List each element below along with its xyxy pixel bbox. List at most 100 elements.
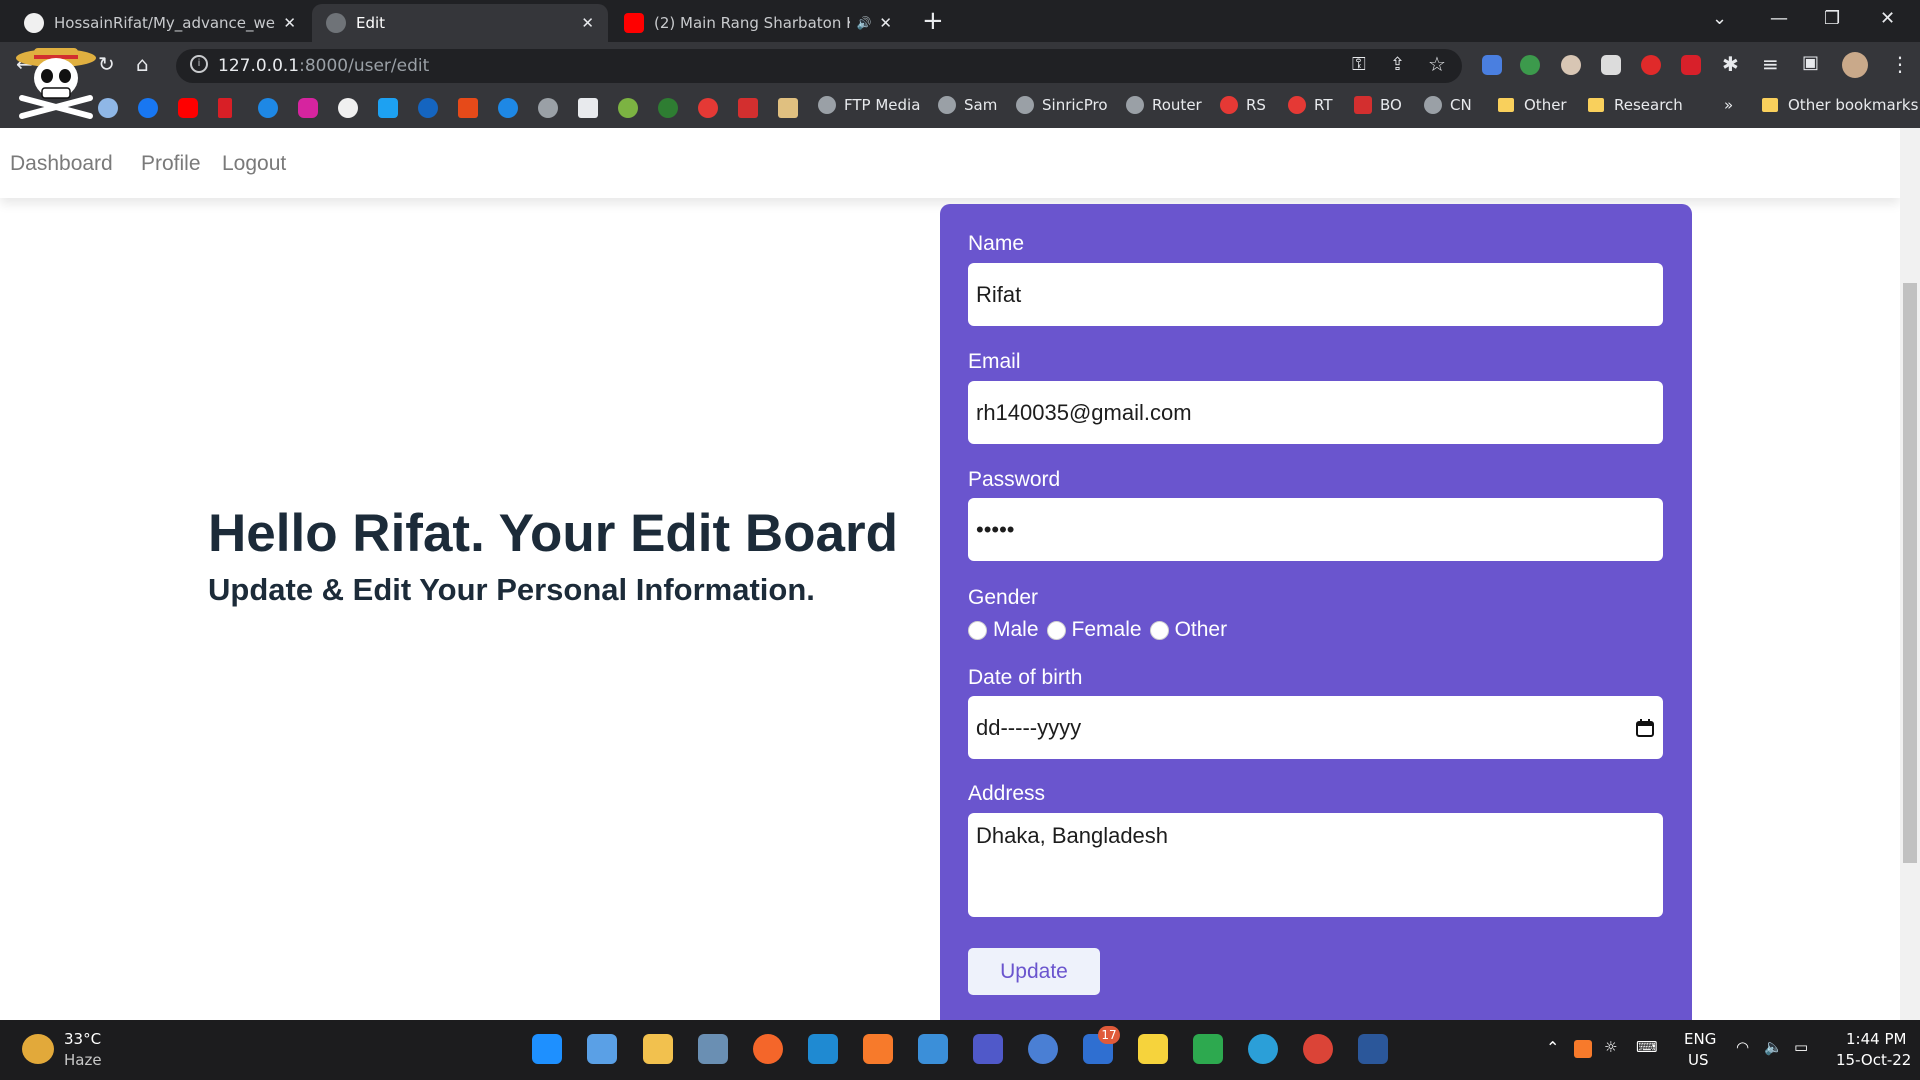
file-explorer-icon[interactable] [643,1034,673,1064]
facebook-icon[interactable] [138,98,158,118]
new-tab-button[interactable]: + [922,6,944,36]
region-indicator[interactable]: US [1688,1051,1709,1069]
dob-field[interactable]: dd-----yyyy [968,696,1663,759]
app-icon[interactable] [698,1034,728,1064]
minimize-button[interactable]: — [1770,8,1788,29]
bookmark-star-icon[interactable]: ☆ [1428,52,1446,76]
weather-icon[interactable] [22,1034,54,1064]
brightness-icon[interactable]: ☼ [1604,1038,1617,1056]
notepad-icon[interactable] [918,1034,948,1064]
puzzle-icon[interactable]: ✱ [1722,52,1739,76]
bookmark-icon[interactable] [498,98,518,118]
gender-radio-other[interactable] [1149,620,1169,640]
bookmark-icon[interactable] [778,98,798,118]
close-icon[interactable]: ✕ [879,14,892,32]
start-icon[interactable] [532,1034,562,1064]
translate-extension-icon[interactable] [1482,55,1502,75]
extension-icon[interactable] [1561,55,1581,75]
netflix-icon[interactable] [218,98,232,118]
kebab-menu-icon[interactable]: ⋮ [1890,52,1910,76]
teams-icon[interactable] [973,1034,1003,1064]
close-icon[interactable]: ✕ [283,14,296,32]
share-icon[interactable]: ⇪ [1390,54,1405,75]
bookmark-rs[interactable]: RS [1220,96,1266,114]
vscode-icon[interactable] [808,1034,838,1064]
wifi-icon[interactable]: ◠ [1736,1038,1749,1056]
github-icon[interactable] [338,98,358,118]
tray-app-icon[interactable] [1574,1040,1592,1058]
page-scrollbar[interactable] [1900,128,1920,1020]
close-icon[interactable]: ✕ [581,14,594,32]
bookmark-cn[interactable]: CN [1424,96,1472,114]
youtube-icon[interactable] [178,98,198,118]
instagram-icon[interactable] [298,98,318,118]
battery-icon[interactable]: ▭ [1794,1038,1808,1056]
postman-icon[interactable] [753,1034,783,1064]
bookmark-router[interactable]: Router [1126,96,1202,114]
weather-temp[interactable]: 33°C [64,1030,101,1048]
extension-icon[interactable] [1520,55,1540,75]
clock-time[interactable]: 1:44 PM [1846,1030,1906,1048]
word-icon[interactable] [1358,1034,1388,1064]
clock-date[interactable]: 15-Oct-22 [1836,1051,1911,1069]
key-icon[interactable]: ⚿ [1352,54,1366,75]
window-close-button[interactable]: ✕ [1880,8,1895,29]
tab-search-icon[interactable]: ⌄ [1712,8,1727,29]
bookmark-bo[interactable]: BO [1354,96,1402,114]
calendar-icon[interactable] [1635,718,1655,738]
url-text[interactable]: 127.0.0.1:8000/user/edit [218,56,429,76]
bookmark-icon[interactable] [418,98,438,118]
other-bookmarks-folder[interactable]: Other bookmarks [1762,96,1918,114]
bookmark-folder-other[interactable]: Other [1498,96,1567,114]
bookmark-ftp-media[interactable]: FTP Media [818,96,920,114]
email-field[interactable]: rh140035@gmail.com [968,381,1663,444]
gender-radio-male[interactable] [968,620,987,640]
play-icon[interactable] [258,98,278,118]
nav-link-logout[interactable]: Logout [222,152,286,176]
home-icon[interactable]: ⌂ [136,52,149,76]
nav-link-dashboard[interactable]: Dashboard [10,152,113,176]
extension-icon[interactable] [1601,55,1621,75]
tab-edit[interactable]: Edit ✕ [312,4,608,42]
update-button[interactable]: Update [968,948,1100,995]
tab-youtube[interactable]: (2) Main Rang Sharbaton Ka 🔊 ✕ [610,4,906,42]
edge-icon[interactable] [1248,1034,1278,1064]
media-player-icon[interactable] [1138,1034,1168,1064]
xampp-icon[interactable] [863,1034,893,1064]
name-field[interactable]: Rifat [968,263,1663,326]
address-field[interactable]: Dhaka, Bangladesh [968,813,1663,917]
tab-github[interactable]: HossainRifat/My_advance_web_V ✕ [10,4,310,42]
keyboard-icon[interactable]: ⌨ [1636,1038,1658,1056]
bookmark-icon[interactable] [738,98,758,118]
extension-icon[interactable] [1641,55,1661,75]
bookmark-icon[interactable] [378,98,398,118]
media-control-icon[interactable]: ≡ [1762,52,1779,76]
side-panel-icon[interactable]: ▣ [1802,52,1819,73]
password-field[interactable]: ••••• [968,498,1663,561]
bookmark-icon[interactable] [698,98,718,118]
bookmark-folder-research[interactable]: Research [1588,96,1683,114]
weather-desc[interactable]: Haze [64,1051,102,1069]
gender-radio-female[interactable] [1046,620,1066,640]
address-bar[interactable]: i 127.0.0.1:8000/user/edit ⚿ ⇪ ☆ [176,49,1462,83]
volume-icon[interactable]: 🔈 [1764,1038,1783,1056]
bookmark-sinricpro[interactable]: SinricPro [1016,96,1108,114]
language-indicator[interactable]: ENG [1684,1030,1716,1048]
nav-link-profile[interactable]: Profile [141,152,201,176]
search-icon[interactable] [587,1034,617,1064]
chrome-icon[interactable] [1303,1034,1333,1064]
extension-icon[interactable] [1681,55,1701,75]
bookmark-icon[interactable] [578,98,598,118]
globe-icon[interactable] [538,98,558,118]
google-drive-icon[interactable] [1193,1034,1223,1064]
scrollbar-thumb[interactable] [1903,283,1917,863]
chevron-up-icon[interactable]: ⌃ [1546,1038,1559,1057]
bookmark-sam[interactable]: Sam [938,96,997,114]
bookmarks-overflow-button[interactable]: » [1724,96,1733,114]
bookmark-icon[interactable] [658,98,678,118]
avatar[interactable] [1842,52,1868,78]
speaker-icon[interactable]: 🔊 [856,16,871,30]
restore-button[interactable]: ❐ [1824,8,1840,29]
bookmark-rt[interactable]: RT [1288,96,1333,114]
site-info-icon[interactable]: i [190,55,208,73]
